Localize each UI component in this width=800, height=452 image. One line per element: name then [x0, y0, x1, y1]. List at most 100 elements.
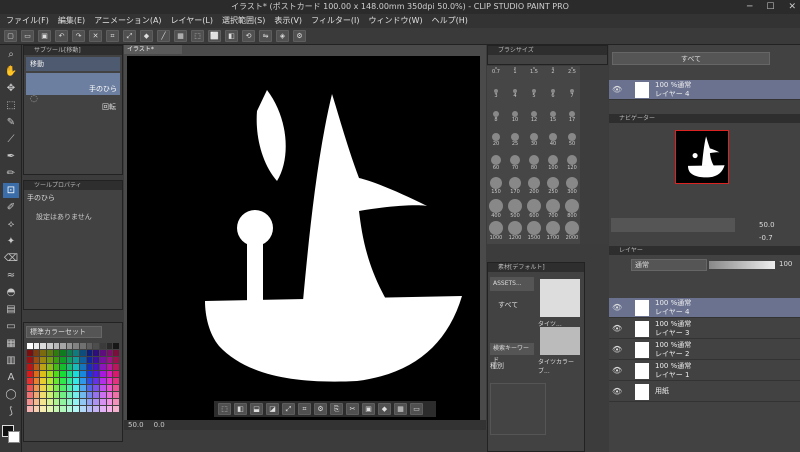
color-swatch[interactable] [73, 350, 80, 356]
color-swatch[interactable] [40, 364, 46, 370]
navigator-angle-value[interactable]: -0.7 [759, 234, 773, 242]
brush-size-cell[interactable]: 1.5 [525, 66, 543, 87]
material-all-item[interactable]: すべて [490, 299, 534, 311]
snap-icon[interactable]: ◈ [276, 30, 289, 42]
eye-icon[interactable]: 👁 [612, 366, 622, 375]
color-swatch[interactable] [60, 385, 66, 391]
layer-tab[interactable]: レイヤー [609, 246, 800, 255]
color-swatch[interactable] [53, 343, 60, 349]
hand-tool-icon[interactable]: ✋ [3, 64, 19, 79]
crop-icon[interactable]: ⌗ [106, 30, 119, 42]
color-swatch[interactable] [53, 378, 60, 384]
color-swatch[interactable] [33, 392, 40, 398]
brush-size-cell[interactable]: 300 [563, 176, 581, 197]
color-swatch[interactable] [113, 364, 119, 370]
color-swatch[interactable] [53, 371, 60, 377]
canvas-fill-icon[interactable]: ◆ [378, 403, 391, 415]
zoom-tool-icon[interactable]: ⌕ [3, 47, 19, 62]
rotate-icon[interactable]: ⟲ [242, 30, 255, 42]
color-swatch[interactable] [86, 378, 93, 384]
color-swatch[interactable] [27, 406, 33, 412]
canvas-cut-icon[interactable]: ✂ [346, 403, 359, 415]
brush-size-cell[interactable]: 80 [525, 154, 543, 175]
color-swatch[interactable] [66, 406, 73, 412]
opacity-value[interactable]: 100 [779, 260, 792, 268]
current-layer-row[interactable]: 👁 100 %通常 レイヤー 4 [609, 80, 800, 100]
color-swatch[interactable] [66, 343, 73, 349]
color-swatch[interactable] [113, 399, 119, 405]
eye-icon[interactable]: 👁 [612, 345, 622, 354]
color-swatch[interactable] [113, 406, 119, 412]
menu-help[interactable]: ヘルプ(H) [432, 14, 468, 28]
brush-size-cell[interactable]: 700 [544, 198, 562, 219]
brush-size-cell[interactable]: 0.7 [487, 66, 505, 87]
menu-window[interactable]: ウィンドウ(W) [369, 14, 423, 28]
color-swatch[interactable] [46, 364, 53, 370]
eye-icon[interactable]: 👁 [612, 324, 622, 333]
color-swatch[interactable] [93, 343, 100, 349]
brush-size-cell[interactable]: 6 [544, 88, 562, 109]
brush-size-cell[interactable]: 1700 [544, 220, 562, 241]
brush-size-tab[interactable]: ブラシサイズ [488, 46, 607, 55]
subtool-move[interactable]: 移動 [26, 57, 120, 71]
color-swatch[interactable] [46, 406, 53, 412]
brush-size-cell[interactable]: 17 [563, 110, 581, 131]
color-swatch[interactable] [80, 357, 86, 363]
color-swatch[interactable] [86, 385, 93, 391]
color-swatch[interactable] [66, 399, 73, 405]
ruler-tool-icon[interactable]: ▥ [3, 353, 19, 368]
canvas-tab[interactable]: イラスト* [124, 45, 182, 54]
color-swatch[interactable] [66, 392, 73, 398]
color-swatch[interactable] [80, 371, 86, 377]
color-swatch[interactable] [46, 385, 53, 391]
color-swatch[interactable] [93, 378, 100, 384]
canvas-settings-icon[interactable]: ⚙ [314, 403, 327, 415]
color-swatch[interactable] [46, 343, 53, 349]
canvas-copy-icon[interactable]: ⎘ [330, 403, 343, 415]
clear-icon[interactable]: ✕ [89, 30, 102, 42]
brush-size-cell[interactable]: 170 [506, 176, 524, 197]
color-swatch[interactable] [66, 385, 73, 391]
color-swatch[interactable] [66, 350, 73, 356]
eye-icon[interactable]: 👁 [612, 387, 622, 396]
brush-tool-icon[interactable]: ✐ [3, 200, 19, 215]
move-tool-icon[interactable]: ✥ [3, 81, 19, 96]
color-swatch[interactable] [27, 364, 33, 370]
color-swatch[interactable] [73, 399, 80, 405]
brush-size-cell[interactable]: 600 [525, 198, 543, 219]
color-swatch[interactable] [80, 392, 86, 398]
color-swatch[interactable] [93, 371, 100, 377]
color-swatch[interactable] [73, 385, 80, 391]
color-swatch[interactable] [27, 378, 33, 384]
color-swatch[interactable] [73, 378, 80, 384]
figure-tool-icon[interactable]: ▭ [3, 319, 19, 334]
minimize-icon[interactable]: ─ [747, 0, 752, 14]
layer-row[interactable]: 👁 100 %通常 レイヤー 4 [609, 298, 800, 318]
pen-tool-icon[interactable]: ✒ [3, 149, 19, 164]
color-swatch[interactable] [86, 399, 93, 405]
color-swatch[interactable] [60, 406, 66, 412]
color-swatch[interactable] [93, 357, 100, 363]
color-swatch[interactable] [27, 350, 33, 356]
color-swatch[interactable] [80, 343, 86, 349]
color-swatch[interactable] [40, 357, 46, 363]
settings-icon[interactable]: ⚙ [293, 30, 306, 42]
color-swatch[interactable] [106, 350, 113, 356]
color-swatch[interactable] [33, 357, 40, 363]
color-swatch[interactable] [106, 364, 113, 370]
color-swatch[interactable] [113, 343, 119, 349]
color-swatch[interactable] [100, 357, 106, 363]
grid-icon[interactable]: ▦ [174, 30, 187, 42]
color-swatch[interactable] [40, 378, 46, 384]
flip-icon[interactable]: ⇋ [259, 30, 272, 42]
save-icon[interactable]: ▣ [38, 30, 51, 42]
subtool-hand[interactable]: 手のひら [26, 73, 120, 95]
color-swatch[interactable] [40, 385, 46, 391]
canvas-more-icon[interactable]: ▭ [410, 403, 423, 415]
material-thumb-1[interactable] [540, 279, 580, 317]
color-swatch[interactable] [106, 392, 113, 398]
color-swatch[interactable] [40, 392, 46, 398]
color-swatch[interactable] [100, 371, 106, 377]
color-swatch[interactable] [106, 343, 113, 349]
color-swatch[interactable] [106, 399, 113, 405]
